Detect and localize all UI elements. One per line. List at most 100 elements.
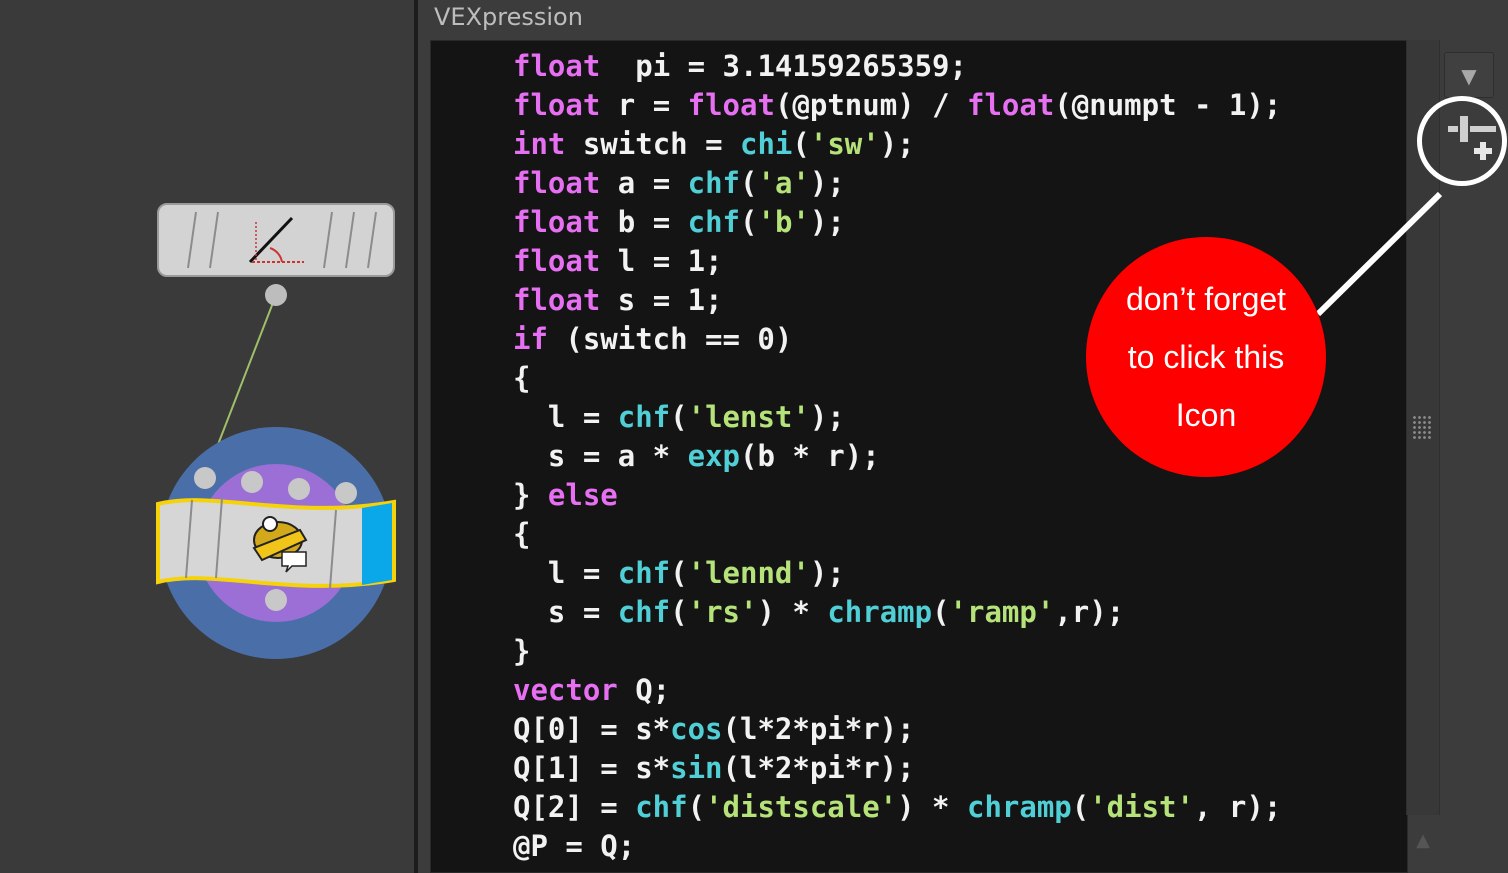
code-keyword: float bbox=[513, 49, 601, 83]
callout-text-line-1: don’t forget bbox=[1125, 281, 1287, 317]
code-keyword: float bbox=[513, 166, 601, 200]
code-function: chf bbox=[617, 400, 671, 434]
code-keyword: float bbox=[513, 244, 601, 278]
code-text: ( bbox=[740, 166, 758, 200]
code-keyword: float bbox=[513, 283, 601, 317]
code-text: ); bbox=[879, 127, 915, 161]
code-text: ); bbox=[809, 400, 845, 434]
code-line[interactable]: float pi = 3.14159265359; bbox=[513, 47, 1281, 86]
snippet-menu-button[interactable]: ▼ bbox=[1444, 52, 1494, 98]
line-node[interactable] bbox=[157, 203, 395, 306]
code-function: chf bbox=[687, 166, 741, 200]
code-function: cos bbox=[670, 712, 723, 746]
scroll-up-icon[interactable]: ▲ bbox=[1408, 822, 1438, 860]
code-keyword: float bbox=[967, 88, 1055, 122]
code-text: ( bbox=[687, 790, 706, 824]
code-string: 'sw' bbox=[809, 127, 880, 161]
input-port-4 bbox=[335, 482, 357, 504]
code-function: sin bbox=[670, 751, 723, 785]
code-string: 'rs' bbox=[687, 595, 758, 629]
code-keyword: float bbox=[513, 205, 601, 239]
code-text: (@ptnum) / bbox=[774, 88, 967, 122]
network-view[interactable] bbox=[0, 0, 414, 873]
input-port-2 bbox=[241, 471, 263, 493]
code-text: switch = bbox=[565, 127, 740, 161]
code-text: ( bbox=[792, 127, 810, 161]
code-text: ) * bbox=[757, 595, 828, 629]
code-line[interactable]: int switch = chi('sw'); bbox=[513, 125, 1281, 164]
code-text: ( bbox=[670, 595, 688, 629]
code-text: pi = 3.14159265359; bbox=[600, 49, 967, 83]
code-text: ) * bbox=[897, 790, 967, 824]
code-function: chf bbox=[617, 595, 671, 629]
code-line[interactable]: float a = chf('a'); bbox=[513, 164, 1281, 203]
code-text: ( bbox=[670, 556, 688, 590]
code-function: chi bbox=[740, 127, 793, 161]
code-function: chramp bbox=[966, 790, 1072, 824]
code-line[interactable]: } bbox=[513, 632, 1281, 671]
output-port bbox=[265, 589, 287, 611]
code-keyword: int bbox=[513, 127, 566, 161]
code-line[interactable]: Q[0] = s*cos(l*2*pi*r); bbox=[513, 710, 1281, 749]
code-text: } bbox=[513, 634, 531, 668]
resize-grip-icon[interactable] bbox=[1412, 415, 1432, 439]
code-line[interactable]: vector Q; bbox=[513, 671, 1281, 710]
code-line[interactable]: { bbox=[513, 515, 1281, 554]
code-function: chramp bbox=[827, 595, 933, 629]
code-string: 'b' bbox=[757, 205, 810, 239]
code-string: 'distscale' bbox=[705, 790, 898, 824]
callout-pointer-line bbox=[1315, 191, 1443, 317]
code-text: s = 1; bbox=[600, 283, 723, 317]
code-text: (@numpt - 1); bbox=[1054, 88, 1282, 122]
code-text: l = 1; bbox=[600, 244, 723, 278]
code-text: ( bbox=[932, 595, 950, 629]
code-string: 'a' bbox=[757, 166, 810, 200]
code-text: @P = Q; bbox=[513, 829, 636, 863]
code-text: l = bbox=[513, 400, 618, 434]
code-text: (l*2*pi*r); bbox=[722, 751, 915, 785]
point-wrangle-node[interactable] bbox=[156, 427, 396, 659]
node-graph bbox=[156, 203, 396, 659]
code-text: Q[2] = bbox=[513, 790, 636, 824]
callout-text-line-2: to click this bbox=[1127, 339, 1285, 375]
code-text: ,r); bbox=[1054, 595, 1125, 629]
code-text: , r); bbox=[1193, 790, 1282, 824]
code-string: 'ramp' bbox=[949, 595, 1055, 629]
code-text: (b * r); bbox=[740, 439, 880, 473]
code-text: Q; bbox=[617, 673, 671, 707]
code-text: ( bbox=[740, 205, 758, 239]
code-text: a = bbox=[600, 166, 688, 200]
code-function: exp bbox=[687, 439, 740, 473]
highlight-ring bbox=[1417, 96, 1507, 186]
code-line[interactable]: @P = Q; bbox=[513, 827, 1281, 866]
code-line[interactable]: l = chf('lennd'); bbox=[513, 554, 1281, 593]
callout-bubble: don’t forget to click this Icon bbox=[1086, 237, 1326, 477]
code-keyword: else bbox=[547, 478, 618, 512]
code-text: ); bbox=[809, 166, 845, 200]
code-text: { bbox=[513, 361, 531, 395]
code-text: s = a * bbox=[513, 439, 688, 473]
code-text: } bbox=[513, 478, 548, 512]
code-text: (switch == 0) bbox=[547, 322, 793, 356]
code-keyword: if bbox=[513, 322, 548, 356]
code-line[interactable]: Q[2] = chf('distscale') * chramp('dist',… bbox=[513, 788, 1281, 827]
code-text: ); bbox=[809, 205, 845, 239]
code-text: Q[1] = s* bbox=[513, 751, 671, 785]
code-line[interactable]: float b = chf('b'); bbox=[513, 203, 1281, 242]
line-node-output-port bbox=[265, 284, 287, 306]
input-port-3 bbox=[288, 478, 310, 500]
code-text: l = bbox=[513, 556, 618, 590]
code-line[interactable]: } else bbox=[513, 476, 1281, 515]
code-line[interactable]: float r = float(@ptnum) / float(@numpt -… bbox=[513, 86, 1281, 125]
code-line[interactable]: s = chf('rs') * chramp('ramp',r); bbox=[513, 593, 1281, 632]
chevron-down-icon: ▼ bbox=[1461, 64, 1477, 88]
code-line[interactable]: Q[1] = s*sin(l*2*pi*r); bbox=[513, 749, 1281, 788]
code-text: (l*2*pi*r); bbox=[722, 712, 915, 746]
code-string: 'dist' bbox=[1089, 790, 1194, 824]
code-keyword: float bbox=[513, 88, 601, 122]
code-text: s = bbox=[513, 595, 618, 629]
code-text: b = bbox=[600, 205, 688, 239]
code-keyword: float bbox=[687, 88, 775, 122]
code-text: ); bbox=[809, 556, 845, 590]
code-text: ( bbox=[670, 400, 688, 434]
